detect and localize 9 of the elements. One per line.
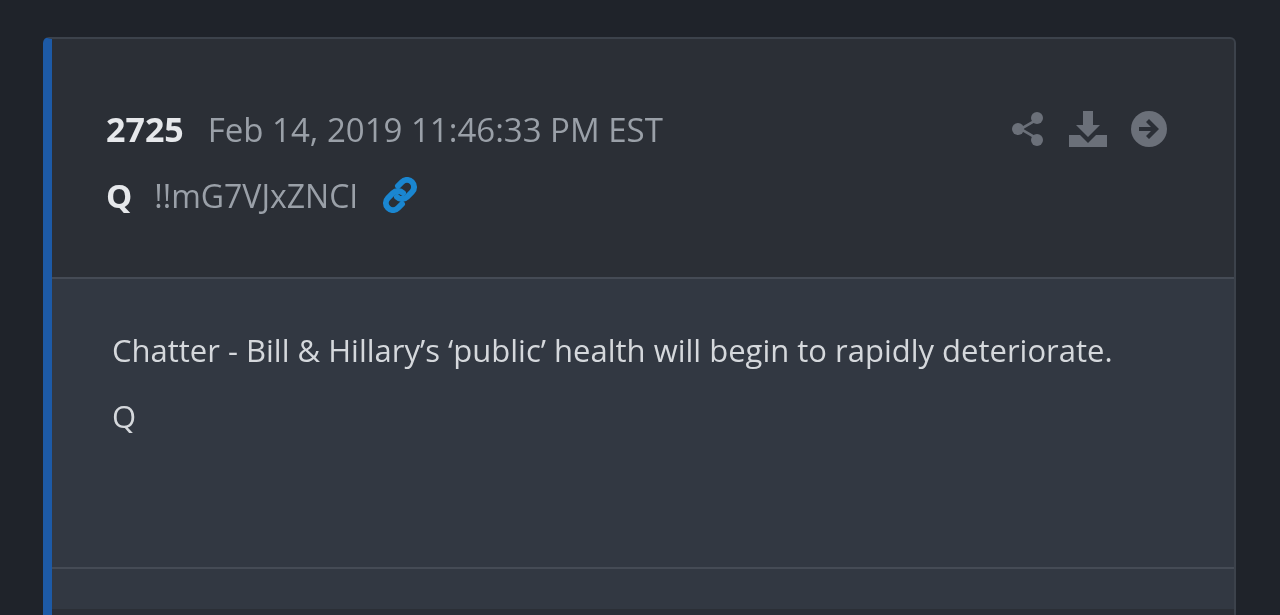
author-name: Q xyxy=(106,172,133,218)
arrow-circle-icon[interactable] xyxy=(1130,110,1168,148)
tripcode: !!mG7VJxZNCI xyxy=(154,173,359,217)
post-number: 2725 xyxy=(106,106,184,152)
post-timestamp: Feb 14, 2019 11:46:33 PM EST xyxy=(207,106,663,152)
post-text: Q xyxy=(112,394,138,439)
download-icon[interactable] xyxy=(1068,110,1108,148)
post-text: Chatter - Bill & Hillary’s ‘public’ health will begin to rapidly deteriorate. xyxy=(112,328,1114,373)
share-icon[interactable] xyxy=(1010,111,1046,147)
